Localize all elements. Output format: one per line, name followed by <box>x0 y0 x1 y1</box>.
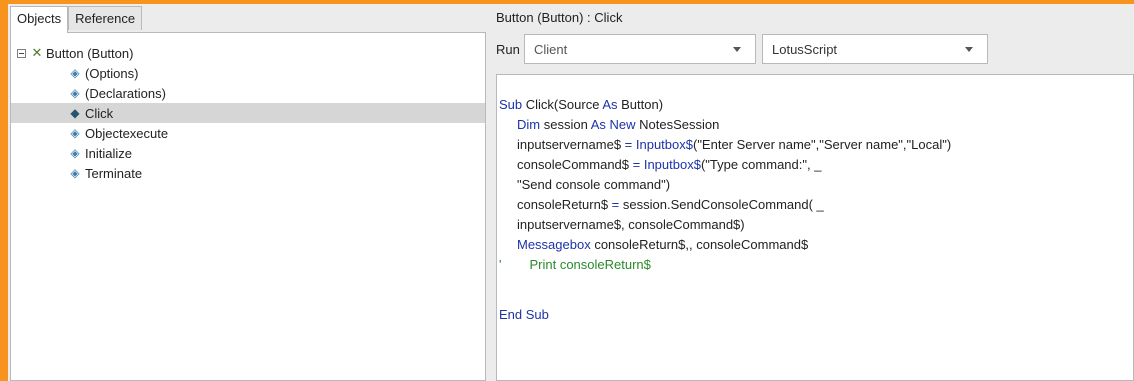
tree-item-label: (Declarations) <box>85 85 166 101</box>
tree-item-objectexecute[interactable]: ◈ Objectexecute <box>11 123 485 143</box>
run-target-value: Client <box>534 41 568 57</box>
button-object-icon: ✕ <box>31 45 43 60</box>
code-token: End Sub <box>499 307 549 322</box>
code-token: session <box>540 117 591 132</box>
code-token: inputservername$, consoleCommand$) <box>517 217 745 232</box>
code-token: Dim <box>517 117 541 132</box>
tree-item-click[interactable]: ◆ Click <box>11 103 485 123</box>
code-token: As <box>602 97 618 112</box>
code-line-8: Messagebox consoleReturn$,, consoleComma… <box>517 236 808 254</box>
code-line-5: "Send console command") <box>517 176 670 194</box>
code-token: "Send console command") <box>517 177 671 192</box>
event-diamond-icon: ◈ <box>70 86 80 100</box>
tab-objects[interactable]: Objects <box>10 6 69 33</box>
code-token: consoleReturn$,, consoleCommand$ <box>590 237 809 252</box>
code-token: Messagebox <box>517 237 591 252</box>
code-line-4: consoleCommand$ = Inputbox$("Type comman… <box>517 156 821 174</box>
code-line-1: Sub Click(Source As Button) <box>499 96 663 114</box>
tree-item-label: Click <box>85 105 114 121</box>
code-token: Print consoleReturn$ <box>529 257 651 272</box>
code-line-11: End Sub <box>499 306 549 324</box>
tree-item-label: Initialize <box>85 145 132 161</box>
tree-item-label: Terminate <box>85 165 143 181</box>
code-token: ' <box>499 257 502 272</box>
code-token: Click(Source <box>522 97 603 112</box>
code-line-6: consoleReturn$ = session.SendConsoleComm… <box>517 196 824 214</box>
tree-item-terminate[interactable]: ◈ Terminate <box>11 163 485 183</box>
tree-item-options[interactable]: ◈ (Options) <box>11 63 485 83</box>
event-diamond-icon: ◈ <box>70 66 80 80</box>
code-token: Button) <box>617 97 664 112</box>
code-token: As New <box>590 117 636 132</box>
code-token: session.SendConsoleCommand( _ <box>619 197 824 212</box>
event-title: Button (Button) : Click <box>496 10 623 25</box>
code-editor[interactable]: Sub Click(Source As Button) Dim session … <box>496 74 1134 381</box>
run-label: Run <box>496 42 520 57</box>
code-line-3: inputservername$ = Inputbox$("Enter Serv… <box>517 136 951 154</box>
code-token: = Inputbox$ <box>624 137 693 152</box>
event-diamond-filled-icon: ◆ <box>70 106 80 120</box>
pane-tabs: Objects Reference <box>10 6 143 33</box>
chevron-down-icon <box>733 47 741 52</box>
event-diamond-icon: ◈ <box>70 166 80 180</box>
code-line-7: inputservername$, consoleCommand$) <box>517 216 745 234</box>
event-diamond-icon: ◈ <box>70 126 80 140</box>
script-editor-window: Objects Reference ✕ Button (Button) ◈ (O… <box>8 4 1134 381</box>
code-token: consoleCommand$ <box>517 157 633 172</box>
code-line-9: ' Print consoleReturn$ <box>499 256 651 274</box>
code-token: inputservername$ <box>517 137 625 152</box>
code-line-2: Dim session As New NotesSession <box>517 116 719 134</box>
tree-root-button[interactable]: ✕ Button (Button) <box>17 43 133 63</box>
tab-reference[interactable]: Reference <box>68 6 143 30</box>
tree-item-declarations[interactable]: ◈ (Declarations) <box>11 83 485 103</box>
language-select[interactable]: LotusScript <box>762 34 988 64</box>
code-token: ("Type command:", _ <box>700 157 822 172</box>
code-token: consoleReturn$ <box>517 197 612 212</box>
code-token: NotesSession <box>635 117 720 132</box>
object-tree: ✕ Button (Button) ◈ (Options) ◈ (Declara… <box>10 32 486 381</box>
language-value: LotusScript <box>772 41 838 57</box>
chevron-down-icon <box>965 47 973 52</box>
tree-root-label: Button (Button) <box>46 45 134 61</box>
run-target-select[interactable]: Client <box>524 34 756 64</box>
tree-item-initialize[interactable]: ◈ Initialize <box>11 143 485 163</box>
collapse-icon[interactable] <box>17 48 26 58</box>
code-pane: Button (Button) : Click Run Client Lotus… <box>494 4 1134 381</box>
event-diamond-icon: ◈ <box>70 146 80 160</box>
code-token: Sub <box>499 97 523 112</box>
code-token: = Inputbox$ <box>632 157 701 172</box>
tree-item-label: Objectexecute <box>85 125 169 141</box>
objects-pane: Objects Reference ✕ Button (Button) ◈ (O… <box>8 4 486 381</box>
tree-item-label: (Options) <box>85 65 139 81</box>
code-token: ("Enter Server name","Server name","Loca… <box>692 137 952 152</box>
